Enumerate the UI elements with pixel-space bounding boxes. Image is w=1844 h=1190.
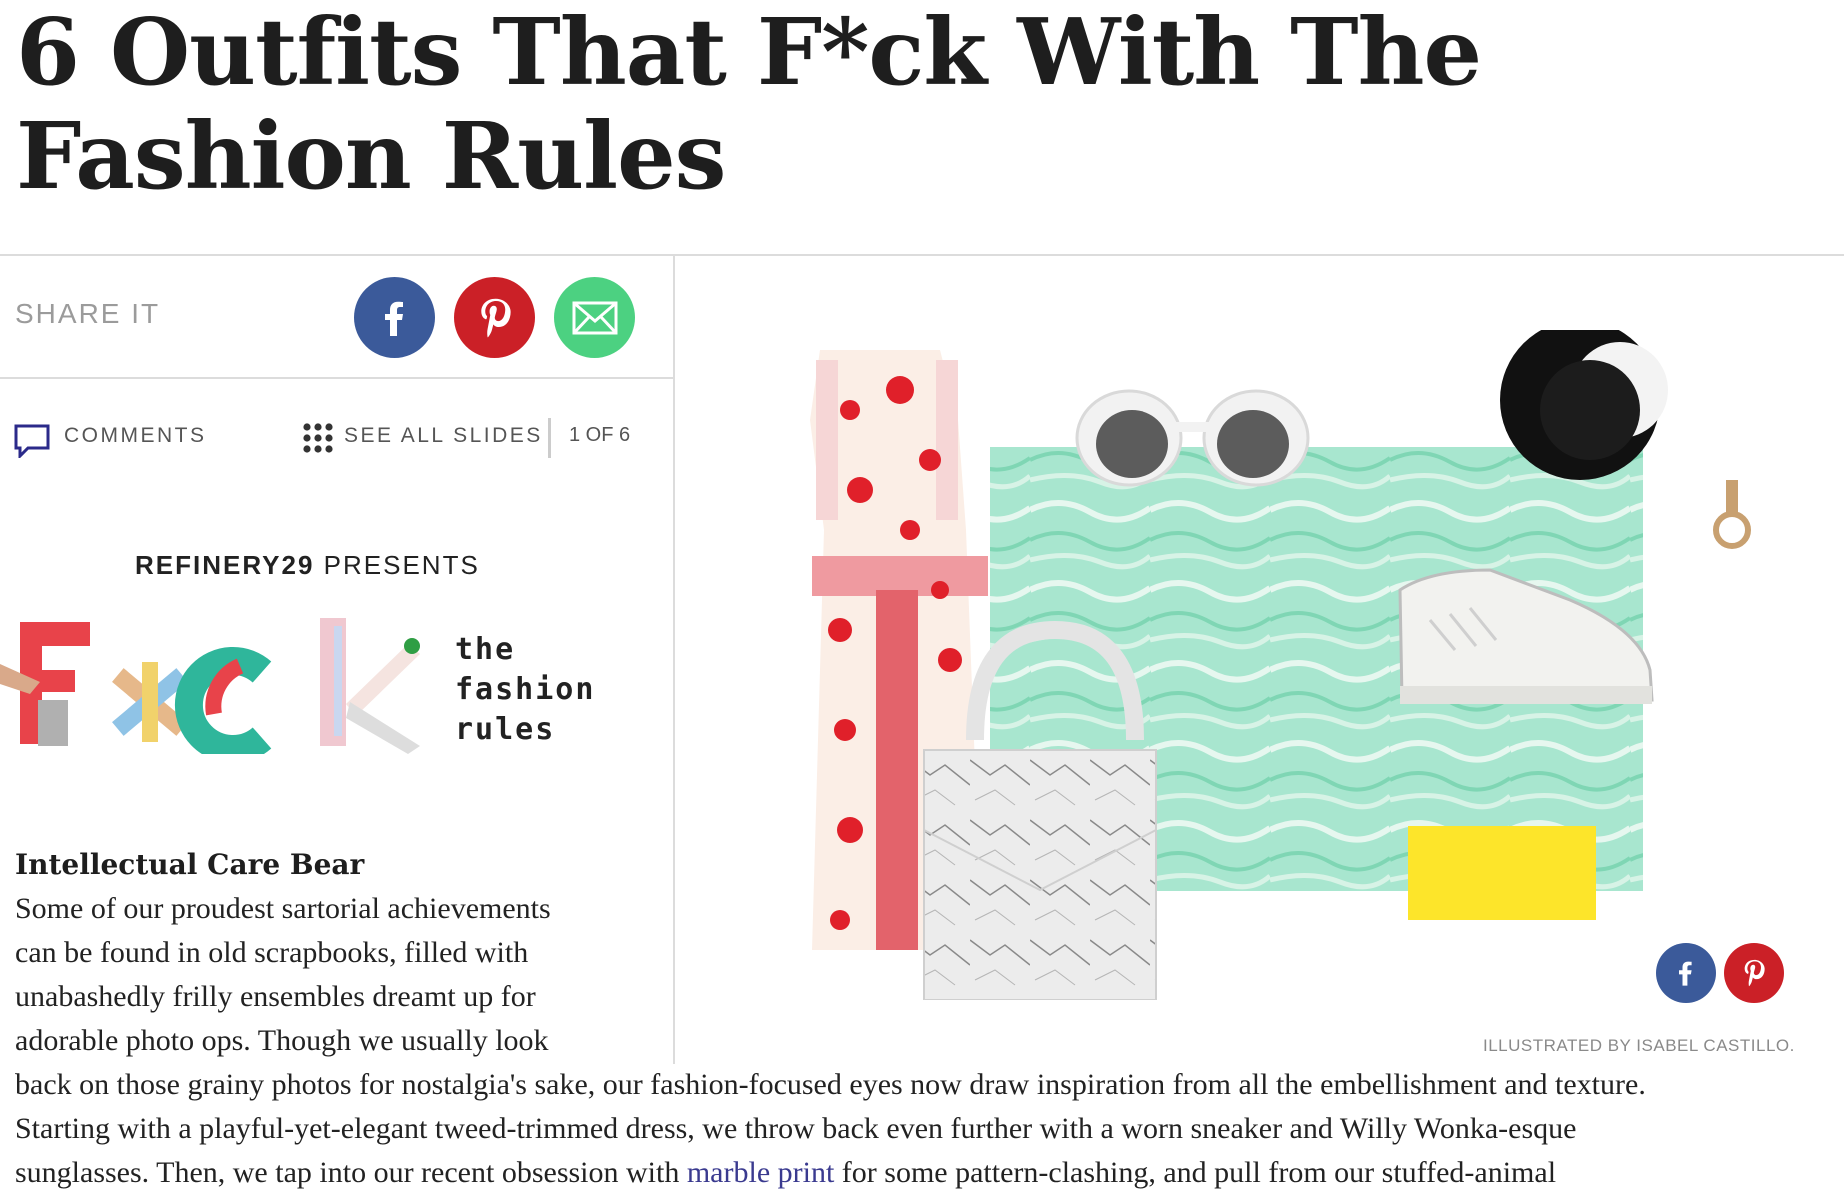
body-text-line: adorable photo ops. Though we usually lo… bbox=[15, 1024, 549, 1057]
presents-word: PRESENTS bbox=[323, 550, 480, 580]
header-divider bbox=[0, 254, 1844, 256]
tagline-line: the bbox=[455, 632, 516, 667]
marble-print-link[interactable]: marble print bbox=[687, 1156, 834, 1189]
slide-counter: 1 OF 6 bbox=[569, 424, 631, 446]
body-text-span: for some pattern-clashing, and pull from… bbox=[834, 1156, 1557, 1189]
tagline-line: rules bbox=[455, 712, 556, 747]
body-text-line: Some of our proudest sartorial achieveme… bbox=[15, 892, 551, 925]
facebook-share-button[interactable] bbox=[354, 277, 435, 358]
outfit-illustration bbox=[790, 320, 1800, 1001]
image-pinterest-share-button[interactable] bbox=[1724, 943, 1784, 1003]
share-divider bbox=[0, 377, 673, 379]
slide-title: Intellectual Care Bear bbox=[15, 848, 365, 881]
counter-divider bbox=[548, 418, 551, 458]
see-all-slides-link[interactable]: SEE ALL SLIDES bbox=[344, 424, 543, 448]
fck-collage-logo bbox=[0, 604, 450, 763]
comments-link[interactable]: COMMENTS bbox=[64, 424, 207, 448]
article-headline: 6 Outfits That F*ck With The Fashion Rul… bbox=[16, 0, 1482, 210]
image-facebook-share-button[interactable] bbox=[1656, 943, 1716, 1003]
body-text-line: sunglasses. Then, we tap into our recent… bbox=[15, 1156, 1556, 1190]
presents-heading: REFINERY29 PRESENTS bbox=[135, 550, 480, 581]
mail-icon bbox=[572, 301, 617, 334]
tagline-line: fashion bbox=[455, 672, 596, 707]
facebook-icon bbox=[384, 301, 403, 336]
brand-name: REFINERY29 bbox=[135, 550, 315, 580]
illustration-credit: ILLUSTRATED BY ISABEL CASTILLO. bbox=[1483, 1036, 1795, 1055]
comment-icon[interactable] bbox=[14, 424, 50, 463]
email-share-button[interactable] bbox=[554, 277, 635, 358]
logo-tagline: the fashion rules bbox=[455, 630, 595, 750]
facebook-icon bbox=[1679, 961, 1692, 986]
pinterest-icon bbox=[1744, 959, 1765, 987]
body-text-line: can be found in old scrapbooks, filled w… bbox=[15, 936, 529, 969]
column-divider bbox=[673, 256, 675, 1064]
body-text-line: Starting with a playful-yet-elegant twee… bbox=[15, 1112, 1577, 1145]
body-text-line: unabashedly frilly ensembles dreamt up f… bbox=[15, 980, 536, 1013]
body-text-line: back on those grainy photos for nostalgi… bbox=[15, 1068, 1646, 1101]
pinterest-share-button[interactable] bbox=[454, 277, 535, 358]
body-text-span: sunglasses. Then, we tap into our recent… bbox=[15, 1156, 687, 1189]
grid-icon[interactable] bbox=[302, 422, 334, 459]
share-label: SHARE IT bbox=[15, 298, 161, 329]
pinterest-icon bbox=[480, 298, 511, 337]
